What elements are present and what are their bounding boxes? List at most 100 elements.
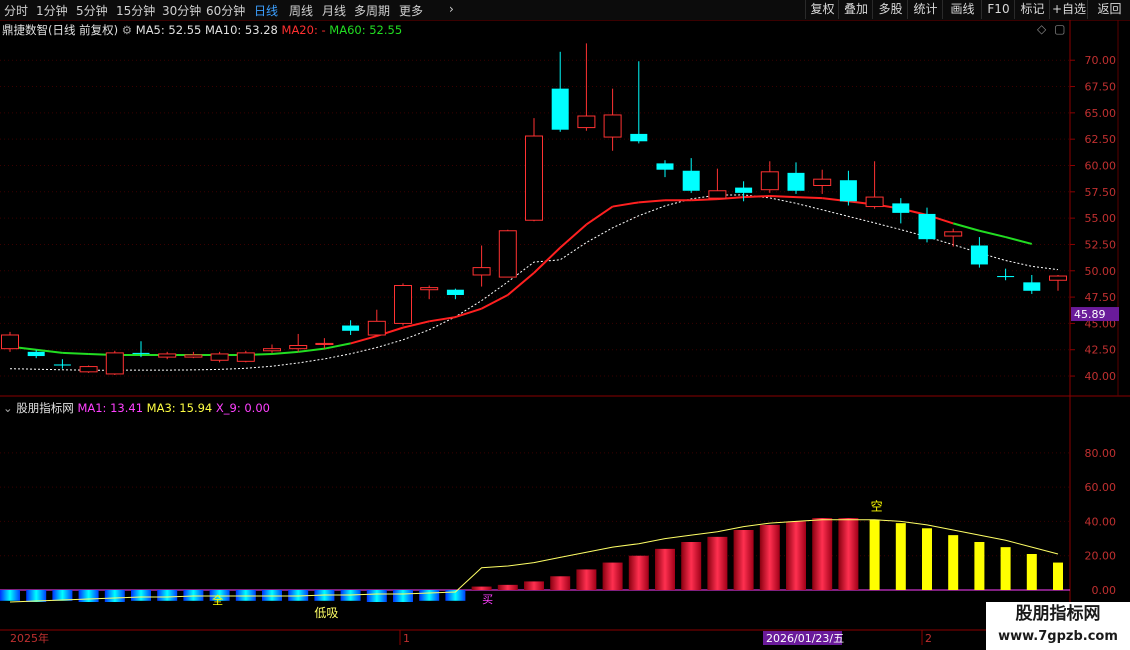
candle-body: [918, 213, 936, 240]
candle-body: [1, 334, 19, 350]
candle-body: [420, 287, 439, 291]
sub-tick-label: 0.00: [1092, 584, 1117, 597]
watermark-url: www.7gpzb.com: [986, 626, 1130, 650]
ma-line-segment: [271, 350, 299, 355]
indicator-bar: [366, 590, 387, 602]
ma1-label: MA1: 13.41: [77, 401, 144, 415]
indicator-bar: [550, 576, 571, 590]
indicator-bar: [235, 590, 256, 601]
annotation-kong: 空: [871, 499, 883, 513]
ma60-label: MA60: 52.55: [329, 23, 403, 37]
watermark-title: 股朋指标网: [986, 602, 1130, 626]
indicator-bar: [869, 519, 880, 590]
ma-line-segment: [769, 195, 797, 199]
ma-line-segment: [795, 196, 823, 200]
stock-name[interactable]: 鼎捷数智(日线 前复权): [2, 23, 118, 37]
price-tick-label: 42.50: [1085, 344, 1117, 357]
ma-line-segment: [638, 199, 666, 204]
price-tick-label: 70.00: [1085, 54, 1117, 67]
indicator-bar: [0, 590, 20, 601]
indicator-bar: [602, 562, 623, 590]
indicator-bar: [262, 590, 282, 601]
current-date-label: 2026/01/23/五: [766, 632, 844, 645]
ma-line-segment: [979, 229, 1006, 239]
candle-body: [315, 342, 334, 345]
window-icon[interactable]: ▢: [1054, 22, 1065, 36]
candle-body: [656, 163, 674, 170]
candle-body: [1023, 282, 1041, 291]
panel-controls: ◇ ▢: [1037, 22, 1065, 36]
price-tick-label: 52.50: [1085, 238, 1117, 251]
indicator-bar: [628, 555, 649, 590]
ma10-label: MA10: 53.28: [204, 23, 278, 37]
candle-body: [132, 352, 150, 354]
indicator-bar: [183, 590, 204, 601]
ma-line-segment: [455, 307, 482, 319]
indicator-bar: [419, 590, 440, 601]
ma-line-segment: [62, 351, 89, 355]
indicator-bar: [393, 590, 413, 602]
diamond-icon[interactable]: ◇: [1037, 22, 1046, 36]
indicator-bar: [733, 530, 754, 590]
candle-body: [289, 345, 308, 350]
indicator-name[interactable]: 股朋指标网: [16, 401, 74, 415]
price-tick-label: 60.00: [1085, 159, 1117, 172]
sub-tick-label: 80.00: [1085, 447, 1117, 460]
ma-line-segment: [743, 195, 770, 199]
candle-body: [367, 320, 386, 336]
x9-label: X_9: 0.00: [215, 401, 270, 415]
ma3-label: MA3: 15.94: [146, 401, 213, 415]
ma-line-segment: [533, 246, 561, 274]
indicator-bar: [576, 569, 597, 590]
candle-body: [394, 285, 412, 324]
candle-body: [525, 135, 543, 221]
price-tick-label: 47.50: [1085, 291, 1117, 304]
ma-line-segment: [350, 335, 378, 345]
indicator-bar: [922, 528, 932, 590]
indicator-bar: [497, 584, 518, 590]
indicator-bar: [78, 590, 99, 602]
candle-body: [970, 245, 988, 265]
indicator-bar: [759, 524, 780, 590]
indicator-bar: [812, 518, 833, 590]
candle-body: [944, 231, 963, 237]
indicator-bar: [26, 590, 47, 602]
price-tick-label: 62.50: [1085, 133, 1117, 146]
candle-body: [158, 353, 177, 358]
price-tick-label: 50.00: [1085, 265, 1117, 278]
indicator-bar: [1026, 554, 1037, 590]
candle-body: [184, 354, 203, 358]
indicator-bar: [131, 590, 151, 601]
candle-body: [682, 170, 700, 191]
price-tick-label: 65.00: [1085, 107, 1117, 120]
candle-body: [865, 196, 884, 208]
candle-body: [997, 276, 1015, 278]
ma5-label: MA5: 52.55: [135, 23, 202, 37]
candle-body: [105, 352, 124, 375]
candle-body: [263, 348, 281, 352]
candle-body: [603, 114, 622, 138]
candle-body: [472, 267, 491, 276]
candle-body: [892, 203, 910, 213]
annotation-mai: 买: [482, 593, 493, 606]
indicator-bar: [681, 542, 702, 590]
candle-body: [446, 289, 464, 295]
chevron-down-icon[interactable]: ⌄: [3, 401, 13, 415]
indicator-bar: [707, 536, 728, 590]
settings-icon[interactable]: ⚙: [122, 23, 136, 37]
candle-body: [53, 364, 71, 366]
ma-line-segment: [691, 198, 718, 202]
sub-legend: ⌄ 股朋指标网 MA1: 13.41 MA3: 15.94 X_9: 0.00: [3, 400, 270, 416]
ma-line-segment: [585, 205, 614, 226]
sub-tick-label: 60.00: [1085, 481, 1117, 494]
indicator-bar: [655, 548, 675, 590]
indicator-bar: [948, 535, 959, 590]
candle-body: [577, 115, 596, 129]
ma-line-segment: [952, 222, 980, 232]
candle-body: [79, 366, 98, 373]
ma20-label: MA20: -: [281, 23, 326, 37]
price-tick-label: 55.00: [1085, 212, 1117, 225]
ma-line-segment: [481, 294, 509, 310]
candle-body: [760, 171, 779, 191]
candle-body: [342, 325, 360, 331]
